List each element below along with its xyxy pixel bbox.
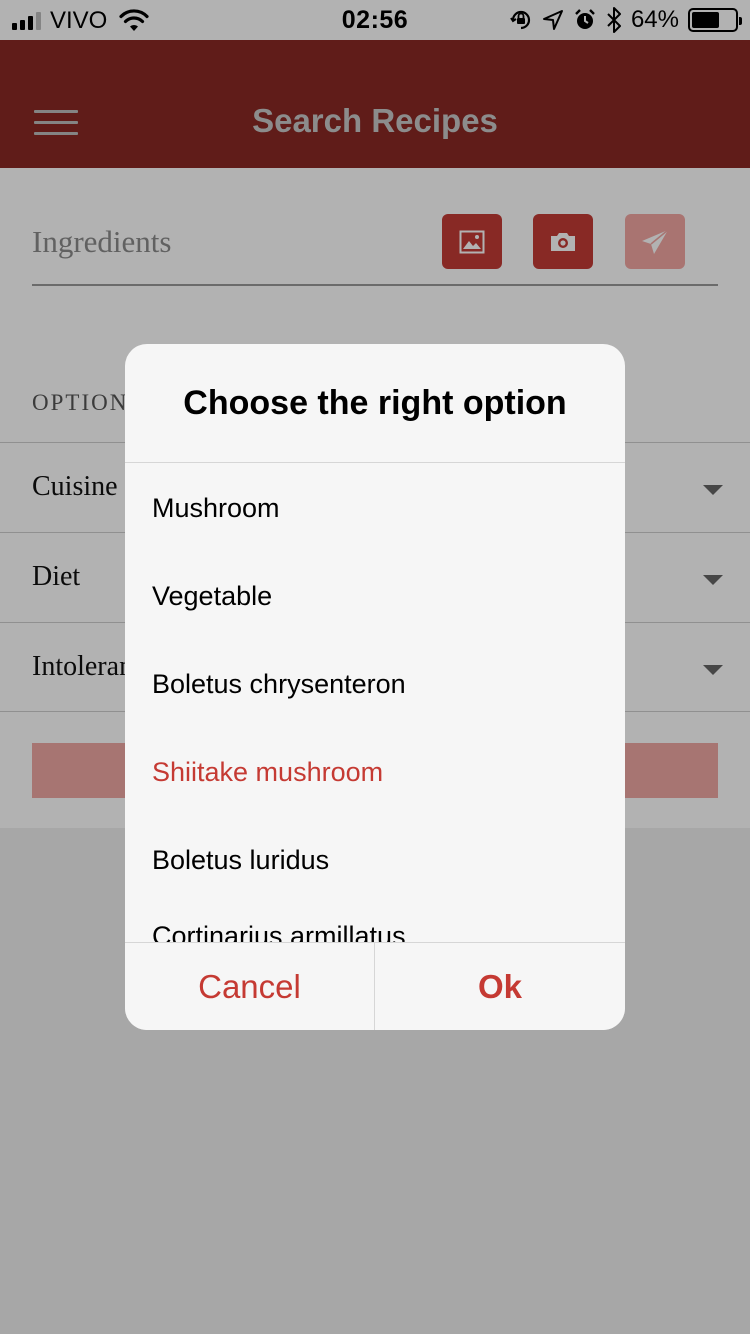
option-list[interactable]: Mushroom Vegetable Boletus chrysenteron …: [125, 463, 625, 942]
cancel-button[interactable]: Cancel: [125, 943, 375, 1030]
option-picker-dialog: Choose the right option Mushroom Vegetab…: [125, 344, 625, 1030]
dialog-title: Choose the right option: [183, 384, 567, 422]
option-item-cortinarius-armillatus[interactable]: Cortinarius armillatus: [152, 921, 406, 942]
option-item-shiitake-mushroom[interactable]: Shiitake mushroom: [152, 757, 383, 788]
dialog-actions: Cancel Ok: [125, 942, 625, 1030]
ok-button[interactable]: Ok: [375, 943, 625, 1030]
option-item-mushroom[interactable]: Mushroom: [152, 493, 280, 524]
option-item-boletus-luridus[interactable]: Boletus luridus: [152, 845, 329, 876]
option-item-vegetable[interactable]: Vegetable: [152, 581, 272, 612]
option-item-boletus-chrysenteron[interactable]: Boletus chrysenteron: [152, 669, 406, 700]
